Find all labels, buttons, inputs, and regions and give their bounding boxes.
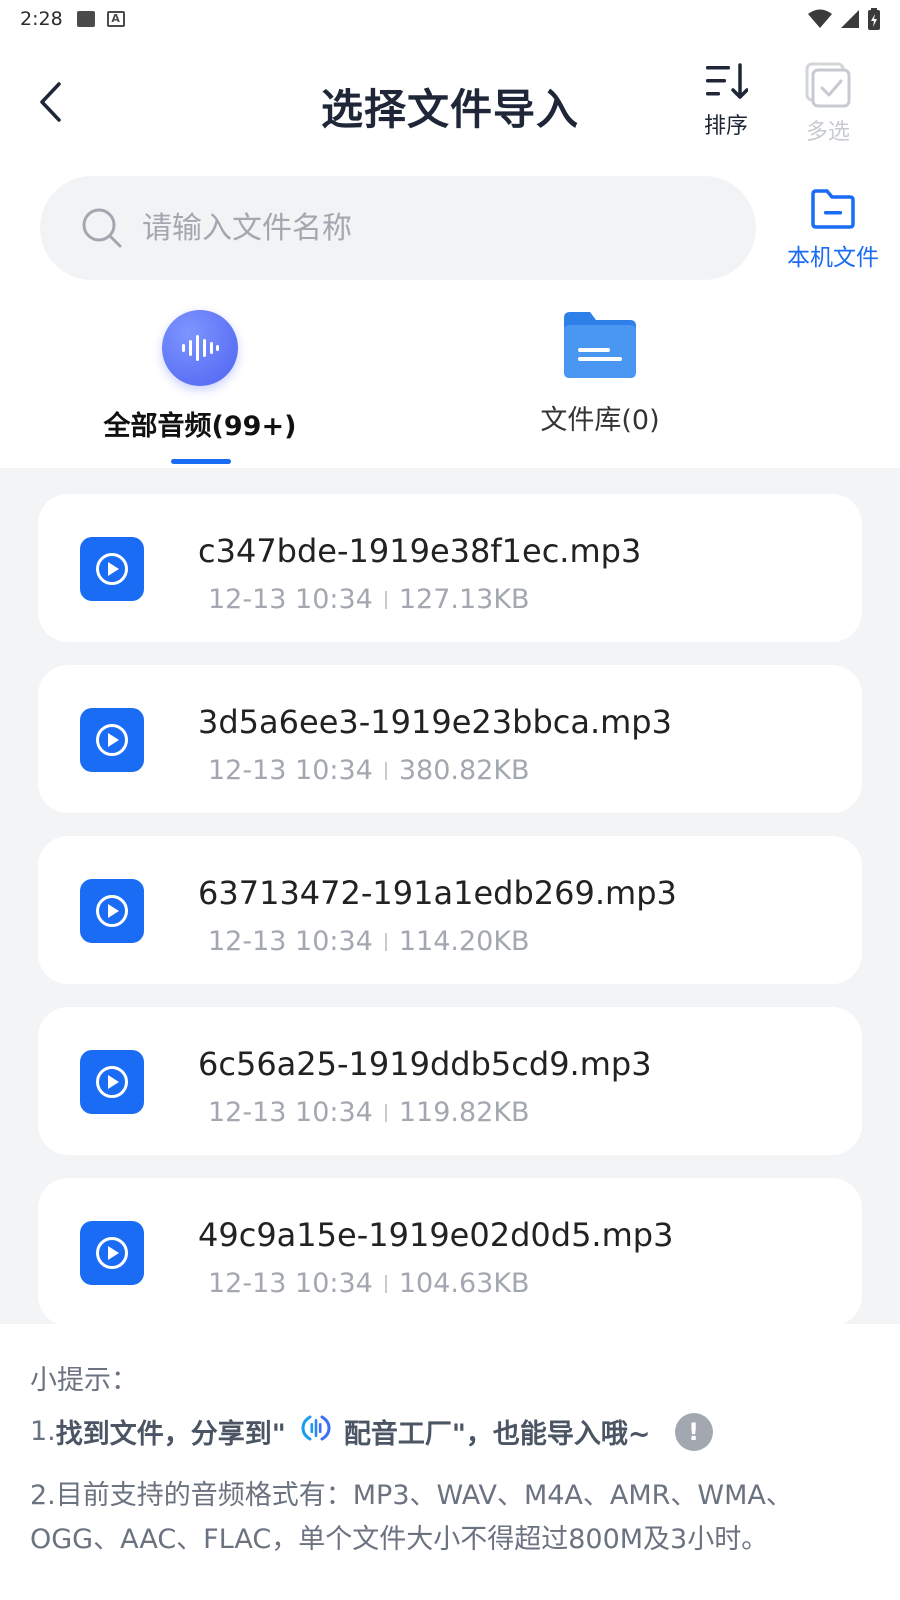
folder-outline-icon xyxy=(811,189,855,229)
file-size: 114.20KB xyxy=(398,926,530,957)
file-meta: 12-13 10:34 104.63KB xyxy=(208,1268,530,1299)
sort-label: 排序 xyxy=(703,114,748,139)
local-files-button[interactable]: 本机文件 xyxy=(778,188,888,272)
image-notification-icon xyxy=(76,11,95,27)
play-icon xyxy=(96,1066,128,1098)
app-logo-icon xyxy=(300,1413,332,1450)
file-meta: 12-13 10:34 119.82KB xyxy=(208,1097,530,1128)
file-name: c347bde-1919e38f1ec.mp3 xyxy=(198,532,642,570)
meta-divider xyxy=(384,1274,387,1293)
play-button[interactable] xyxy=(80,1221,144,1285)
play-button[interactable] xyxy=(80,537,144,601)
sort-button[interactable]: 排序 xyxy=(686,62,766,140)
play-button[interactable] xyxy=(80,1050,144,1114)
play-icon xyxy=(96,1237,128,1269)
file-meta: 12-13 10:34 127.13KB xyxy=(208,584,530,615)
file-name: 49c9a15e-1919e02d0d5.mp3 xyxy=(198,1216,674,1254)
folder-icon xyxy=(564,312,636,378)
file-date: 12-13 10:34 xyxy=(208,926,373,957)
file-date: 12-13 10:34 xyxy=(208,1097,373,1128)
tab-all-audio[interactable]: 全部音频(99+) xyxy=(50,310,350,443)
file-size: 127.13KB xyxy=(398,584,530,615)
tip-line1-text-b: 配音工厂"，也能导入哦~ xyxy=(343,1419,651,1450)
file-date: 12-13 10:34 xyxy=(208,584,373,615)
local-files-label: 本机文件 xyxy=(787,245,879,271)
file-item[interactable]: 6c56a25-1919ddb5cd9.mp3 12-13 10:34 119.… xyxy=(38,1007,862,1155)
file-item[interactable]: 63713472-191a1edb269.mp3 12-13 10:34 114… xyxy=(38,836,862,984)
tip-line1-text-a: 找到文件，分享到" xyxy=(55,1419,286,1450)
file-date: 12-13 10:34 xyxy=(208,1268,373,1299)
info-icon[interactable]: ! xyxy=(674,1412,713,1451)
meta-divider xyxy=(384,1103,387,1122)
search-input[interactable] xyxy=(142,210,702,246)
play-button[interactable] xyxy=(80,708,144,772)
play-icon xyxy=(96,724,128,756)
battery-icon xyxy=(868,8,880,30)
tips-panel: 小提示： 1. 找到文件，分享到" 配音工厂"，也能导入哦~ ! 2.目前支持的… xyxy=(0,1324,900,1600)
search-icon xyxy=(82,208,122,248)
search-bar[interactable] xyxy=(40,176,756,280)
wifi-icon xyxy=(808,9,832,28)
tip-line1-prefix: 1. xyxy=(30,1416,56,1447)
multi-select-label: 多选 xyxy=(805,120,850,145)
category-tabs: 全部音频(99+) 文件库(0) xyxy=(0,300,900,468)
file-item[interactable]: 49c9a15e-1919e02d0d5.mp3 12-13 10:34 104… xyxy=(38,1178,862,1324)
file-meta: 12-13 10:34 380.82KB xyxy=(208,755,530,786)
file-item[interactable]: c347bde-1919e38f1ec.mp3 12-13 10:34 127.… xyxy=(38,494,862,642)
status-time: 2:28 xyxy=(20,8,63,30)
app-header: 选择文件导入 排序 多选 xyxy=(0,40,900,170)
tab-file-library-label: 文件库(0) xyxy=(540,405,660,436)
multi-select-icon xyxy=(805,62,851,108)
sort-icon xyxy=(706,63,748,99)
file-date: 12-13 10:34 xyxy=(208,755,373,786)
file-item[interactable]: 3d5a6ee3-1919e23bbca.mp3 12-13 10:34 380… xyxy=(38,665,862,813)
tips-title: 小提示： xyxy=(30,1365,138,1396)
meta-divider xyxy=(384,761,387,780)
play-button[interactable] xyxy=(80,879,144,943)
active-tab-indicator xyxy=(171,459,231,464)
audio-wave-icon xyxy=(162,310,238,386)
play-icon xyxy=(96,895,128,927)
tab-file-library[interactable]: 文件库(0) xyxy=(450,310,750,437)
meta-divider xyxy=(384,590,387,609)
file-size: 380.82KB xyxy=(398,755,530,786)
status-indicators xyxy=(808,8,880,30)
file-name: 3d5a6ee3-1919e23bbca.mp3 xyxy=(198,703,672,741)
signal-icon xyxy=(841,10,859,28)
tab-all-audio-label: 全部音频(99+) xyxy=(103,411,297,442)
tip-format-line: 2.目前支持的音频格式有：MP3、WAV、M4A、AMR、WMA、OGG、AAC… xyxy=(30,1480,793,1555)
play-icon xyxy=(96,553,128,585)
meta-divider xyxy=(384,932,387,951)
file-list[interactable]: c347bde-1919e38f1ec.mp3 12-13 10:34 127.… xyxy=(0,468,900,1324)
font-notification-icon: A xyxy=(106,11,125,27)
tip-share-line: 1. 找到文件，分享到" 配音工厂"，也能导入哦~ ! xyxy=(30,1412,713,1451)
file-size: 104.63KB xyxy=(398,1268,530,1299)
file-name: 6c56a25-1919ddb5cd9.mp3 xyxy=(198,1045,652,1083)
multi-select-button[interactable]: 多选 xyxy=(788,62,868,146)
file-meta: 12-13 10:34 114.20KB xyxy=(208,926,530,957)
status-bar: 2:28 A xyxy=(0,0,900,38)
file-size: 119.82KB xyxy=(398,1097,530,1128)
file-name: 63713472-191a1edb269.mp3 xyxy=(198,874,677,912)
